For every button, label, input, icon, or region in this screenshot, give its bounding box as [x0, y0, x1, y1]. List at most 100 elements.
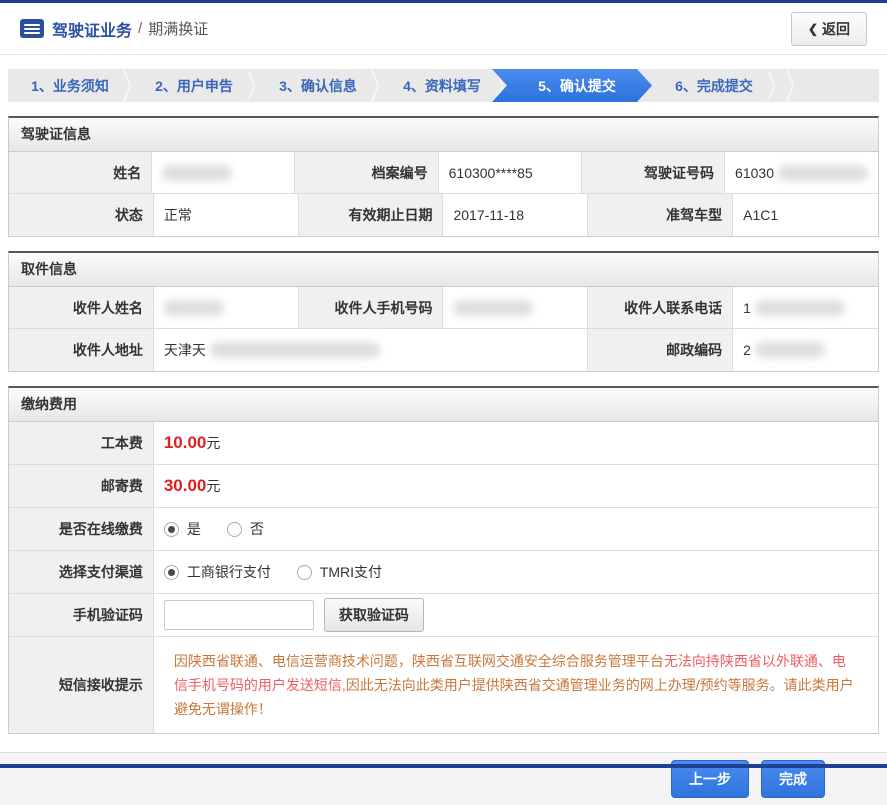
redacted-recipient-address: [209, 342, 380, 358]
radio-unchecked-icon[interactable]: [296, 564, 312, 580]
pay-channel-label: 选择支付渠道: [9, 551, 154, 593]
sms-tip-label: 短信接收提示: [9, 637, 154, 733]
file-no-label: 档案编号: [295, 152, 439, 193]
sms-tip-value: 因陕西省联通、电信运营商技术问题，陕西省互联网交通安全综合服务管理平台无法向持陕…: [153, 637, 878, 733]
work-fee-label: 工本费: [9, 422, 154, 464]
sms-tip-text: 因陕西省联通、电信运营商技术问题，陕西省互联网交通安全综合服务管理平台无法向持陕…: [164, 641, 868, 729]
radio-checked-icon[interactable]: [163, 564, 179, 580]
redacted-recipient-mobile: [453, 299, 534, 316]
back-button-label: 返回: [822, 20, 850, 37]
status-label: 状态: [9, 194, 154, 236]
payment-section-title: 缴纳费用: [9, 388, 878, 422]
redacted-recipient-phone: [754, 299, 845, 316]
mail-fee-label: 邮寄费: [9, 465, 154, 507]
table-row: 收件人姓名 收件人手机号码 收件人联系电话 1: [9, 287, 878, 329]
recipient-address-prefix: 天津天: [163, 342, 206, 358]
redacted-license-no: [777, 164, 868, 181]
status-value: 正常: [153, 194, 299, 236]
postal-code-label: 邮政编码: [588, 329, 734, 371]
step-3-confirm-info[interactable]: 3、确认信息: [256, 69, 380, 102]
pickup-info-section: 取件信息 收件人姓名 收件人手机号码 收件人联系电话 1 收件人地址 天津天 邮…: [8, 251, 879, 372]
radio-checked-icon[interactable]: [163, 521, 179, 537]
mail-fee-amount: 30.00: [163, 476, 207, 495]
sms-tip-part1: 因陕西省联通、电信运营商技术问题，陕西省互联网交通安全综合服务管理平台: [173, 653, 664, 669]
table-row: 选择支付渠道 工商银行支付 TMRI支付: [9, 551, 878, 594]
table-row: 手机验证码 获取验证码: [9, 594, 878, 637]
license-no-label: 驾驶证号码: [581, 152, 726, 193]
step-6-complete-submit[interactable]: 6、完成提交: [652, 69, 776, 102]
sms-code-input[interactable]: [163, 600, 314, 630]
channel-tmri-option[interactable]: TMRI支付: [296, 562, 383, 582]
valid-until-value: 2017-11-18: [443, 194, 589, 236]
recipient-address-label: 收件人地址: [9, 329, 154, 371]
step-2-user-declaration[interactable]: 2、用户申告: [132, 69, 256, 102]
breadcrumb-separator: /: [138, 20, 143, 37]
name-label: 姓名: [9, 152, 153, 193]
redacted-name: [162, 164, 233, 181]
channel-tmri-label: TMRI支付: [319, 564, 383, 580]
channel-icbc-label: 工商银行支付: [186, 564, 271, 580]
recipient-name-value: [153, 287, 299, 328]
table-row: 工本费 10.00 元: [9, 422, 878, 465]
vehicle-type-value: A1C1: [733, 194, 878, 236]
online-pay-yes-option[interactable]: 是: [163, 519, 201, 539]
name-value: [152, 152, 296, 193]
valid-until-label: 有效期止日期: [298, 194, 444, 236]
pickup-section-title: 取件信息: [9, 253, 878, 287]
radio-unchecked-icon[interactable]: [226, 521, 242, 537]
online-pay-label: 是否在线缴费: [9, 508, 154, 550]
back-chevron-icon: ❮: [807, 21, 818, 36]
work-fee-amount: 10.00: [163, 433, 207, 452]
bottom-accent-bar: [0, 764, 887, 768]
license-info-section: 驾驶证信息 姓名 档案编号 610300****85 驾驶证号码 61030 状…: [8, 116, 879, 237]
online-pay-no-label: 否: [249, 521, 264, 537]
work-fee-value: 10.00 元: [153, 422, 878, 464]
step-4-fill-data[interactable]: 4、资料填写: [380, 69, 504, 102]
file-no-value: 610300****85: [438, 152, 582, 193]
sms-code-label: 手机验证码: [9, 594, 154, 636]
breadcrumb-current: 期满换证: [148, 21, 209, 38]
postal-code-value: 2: [733, 329, 878, 371]
recipient-mobile-label: 收件人手机号码: [298, 287, 444, 328]
header: 驾驶证业务 / 期满换证 ❮ 返回: [0, 3, 887, 55]
back-button[interactable]: ❮ 返回: [790, 11, 867, 46]
step-navigation: 1、业务须知 2、用户申告 3、确认信息 4、资料填写 5、确认提交 6、完成提…: [8, 69, 879, 102]
recipient-phone-prefix: 1: [743, 299, 751, 316]
get-code-button[interactable]: 获取验证码: [323, 598, 424, 632]
recipient-phone-value: 1: [733, 287, 878, 328]
table-row: 短信接收提示 因陕西省联通、电信运营商技术问题，陕西省互联网交通安全综合服务管理…: [9, 637, 878, 733]
channel-icbc-option[interactable]: 工商银行支付: [163, 562, 271, 582]
redacted-recipient-name: [163, 299, 224, 316]
step-5-confirm-submit-active[interactable]: 5、确认提交: [492, 69, 652, 102]
step-bar-filler: [776, 69, 879, 102]
license-no-value: 61030: [725, 152, 878, 193]
breadcrumb-root: 驾驶证业务: [52, 22, 133, 40]
recipient-address-value: 天津天: [153, 329, 589, 371]
table-row: 姓名 档案编号 610300****85 驾驶证号码 61030: [9, 152, 878, 194]
online-pay-options: 是 否: [153, 508, 878, 550]
table-row: 是否在线缴费 是 否: [9, 508, 878, 551]
sms-code-field: 获取验证码: [153, 594, 878, 636]
footer-action-bar: 上一步 完成: [0, 752, 887, 805]
pay-channel-options: 工商银行支付 TMRI支付: [153, 551, 878, 593]
vehicle-type-label: 准驾车型: [588, 194, 734, 236]
payment-section: 缴纳费用 工本费 10.00 元 邮寄费 30.00 元 是否在线缴费 是 否 …: [8, 386, 879, 734]
fee-unit: 元: [206, 478, 221, 494]
page: 驾驶证业务 / 期满换证 ❮ 返回 1、业务须知 2、用户申告 3、确认信息 4…: [0, 0, 887, 805]
table-row: 邮寄费 30.00 元: [9, 465, 878, 508]
mail-fee-value: 30.00 元: [153, 465, 878, 507]
step-1-business-notes[interactable]: 1、业务须知: [8, 69, 132, 102]
table-row: 收件人地址 天津天 邮政编码 2: [9, 329, 878, 371]
recipient-mobile-value: [443, 287, 589, 328]
postal-code-prefix: 2: [743, 342, 751, 358]
online-pay-yes-label: 是: [186, 521, 201, 537]
list-icon: [20, 19, 44, 38]
license-section-title: 驾驶证信息: [9, 118, 878, 152]
recipient-name-label: 收件人姓名: [9, 287, 154, 328]
recipient-phone-label: 收件人联系电话: [588, 287, 734, 328]
license-no-prefix: 61030: [735, 164, 774, 181]
fee-unit: 元: [206, 435, 221, 451]
redacted-postal-code: [754, 342, 825, 358]
table-row: 状态 正常 有效期止日期 2017-11-18 准驾车型 A1C1: [9, 194, 878, 236]
online-pay-no-option[interactable]: 否: [226, 519, 264, 539]
